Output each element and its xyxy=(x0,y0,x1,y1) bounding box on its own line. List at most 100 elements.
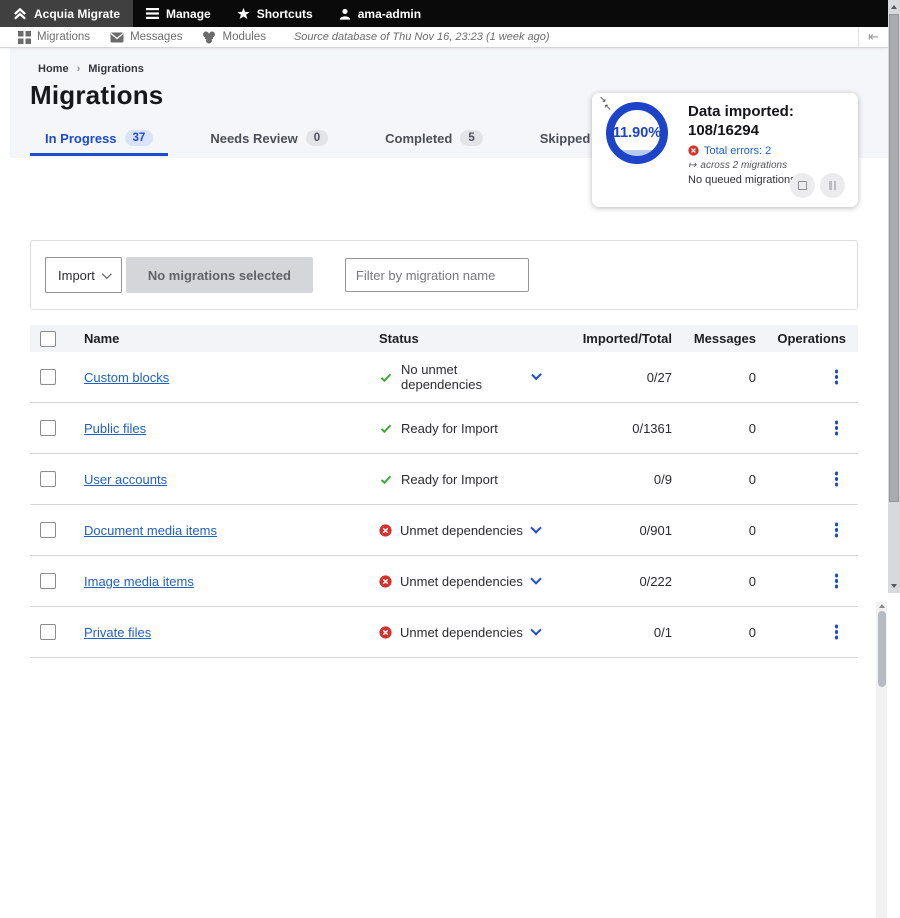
modules-icon xyxy=(202,31,216,44)
across-migrations-note: ↦ across 2 migrations xyxy=(688,160,850,171)
page-scrollbar-thumb[interactable] xyxy=(889,14,899,502)
operations-menu-icon[interactable] xyxy=(835,426,839,430)
pause-icon xyxy=(829,181,836,190)
migration-link[interactable]: Public files xyxy=(84,421,146,436)
tab-needs-review[interactable]: Needs Review 0 xyxy=(195,122,343,156)
collapse-toolbar-button[interactable]: ⇤ xyxy=(858,27,888,47)
migrate-toolbar: Migrations Messages Modules Source datab… xyxy=(0,27,888,48)
breadcrumb-current: Migrations xyxy=(88,63,144,75)
table-scrollbar[interactable] xyxy=(876,602,887,918)
table-row: Public files Ready for Import 0/1361 0 xyxy=(30,403,858,454)
messages-cell: 0 xyxy=(672,523,756,538)
resize-nw-icon: ↖ xyxy=(604,103,612,112)
messages-label: Messages xyxy=(130,31,182,43)
pause-import-button[interactable] xyxy=(820,173,845,198)
row-checkbox[interactable] xyxy=(40,522,56,538)
star-icon xyxy=(237,7,250,20)
row-checkbox[interactable] xyxy=(40,624,56,640)
tab-count-badge: 37 xyxy=(125,130,154,146)
status-label: Ready for Import xyxy=(401,421,498,436)
data-imported-count: 108/16294 xyxy=(688,122,850,141)
manage-menu[interactable]: Manage xyxy=(133,0,224,27)
progress-details: Data imported: 108/16294 Total errors: 2… xyxy=(688,103,850,186)
status-label: Unmet dependencies xyxy=(400,523,523,538)
tab-completed[interactable]: Completed 5 xyxy=(370,122,498,156)
column-header-operations: Operations xyxy=(756,331,846,346)
source-database-note: Source database of Thu Nov 16, 23:23 (1 … xyxy=(294,31,550,43)
error-icon xyxy=(688,145,699,156)
column-header-messages: Messages xyxy=(672,331,756,346)
table-row: Private files Unmet dependencies 0/1 0 xyxy=(30,607,858,658)
operations-menu-icon[interactable] xyxy=(835,477,839,481)
collapse-card-control[interactable]: ↘ ↖ xyxy=(596,94,614,112)
stop-import-button[interactable] xyxy=(790,173,815,198)
imported-total-cell: 0/222 xyxy=(554,574,672,589)
operations-menu-icon[interactable] xyxy=(835,528,839,532)
user-label: ama-admin xyxy=(358,7,421,21)
migration-link[interactable]: User accounts xyxy=(84,472,167,487)
user-icon xyxy=(339,8,351,20)
scroll-up-icon[interactable] xyxy=(891,5,897,9)
success-check-icon xyxy=(379,422,393,435)
migration-link[interactable]: Custom blocks xyxy=(84,370,169,385)
migration-link[interactable]: Image media items xyxy=(84,574,194,589)
migration-filter-input[interactable] xyxy=(345,258,529,292)
scroll-up-icon[interactable] xyxy=(879,604,885,608)
tab-in-progress[interactable]: In Progress 37 xyxy=(30,122,168,156)
no-migrations-selected-button: No migrations selected xyxy=(126,257,313,293)
row-checkbox[interactable] xyxy=(40,420,56,436)
row-checkbox[interactable] xyxy=(40,369,56,385)
table-row: Custom blocks No unmet dependencies 0/27… xyxy=(30,352,858,403)
status-label: Unmet dependencies xyxy=(400,625,523,640)
shortcuts-menu[interactable]: Shortcuts xyxy=(224,0,326,27)
select-all-checkbox[interactable] xyxy=(40,331,56,347)
imported-total-cell: 0/1361 xyxy=(554,421,672,436)
row-checkbox[interactable] xyxy=(40,471,56,487)
collapse-left-icon: ⇤ xyxy=(868,29,879,45)
toolbar-item-modules[interactable]: Modules xyxy=(192,27,275,47)
table-scrollbar-thumb[interactable] xyxy=(878,611,886,687)
import-label: Import xyxy=(58,268,95,283)
user-menu[interactable]: ama-admin xyxy=(326,0,434,27)
operations-menu-icon[interactable] xyxy=(835,630,839,634)
success-check-icon xyxy=(379,473,393,486)
table-header-row: Name Status Imported/Total Messages Oper… xyxy=(30,325,858,352)
migrations-table: Name Status Imported/Total Messages Oper… xyxy=(30,325,858,658)
error-icon xyxy=(379,524,392,537)
scroll-down-icon[interactable] xyxy=(891,584,897,588)
expand-chevron-icon[interactable] xyxy=(530,573,541,584)
page-scrollbar[interactable] xyxy=(888,0,900,593)
tab-count-badge: 5 xyxy=(460,130,482,146)
tab-label: In Progress xyxy=(45,131,117,146)
breadcrumb-home-link[interactable]: Home xyxy=(38,63,69,75)
acquia-migrate-brand[interactable]: Acquia Migrate xyxy=(0,0,133,27)
table-row: Document media items Unmet dependencies … xyxy=(30,505,858,556)
migration-link[interactable]: Document media items xyxy=(84,523,217,538)
tab-label: Skipped xyxy=(540,131,591,146)
envelope-icon xyxy=(110,32,124,43)
tab-count-badge: 0 xyxy=(306,130,328,146)
hook-arrow-icon: ↦ xyxy=(688,160,696,171)
row-checkbox[interactable] xyxy=(40,573,56,589)
hamburger-icon xyxy=(146,8,159,19)
import-dropdown-button[interactable]: Import xyxy=(45,257,122,293)
total-errors-link[interactable]: Total errors: 2 xyxy=(688,145,850,157)
expand-chevron-icon[interactable] xyxy=(530,522,541,533)
toolbar-item-messages[interactable]: Messages xyxy=(100,27,192,47)
expand-chevron-icon[interactable] xyxy=(531,370,542,381)
acquia-logo-icon xyxy=(13,8,27,20)
imported-total-cell: 0/27 xyxy=(554,370,672,385)
import-progress-card: ↘ ↖ 11.90% Data imported: 108/16294 Tota… xyxy=(592,93,858,207)
toolbar-item-migrations[interactable]: Migrations xyxy=(8,27,100,47)
imported-total-cell: 0/9 xyxy=(554,472,672,487)
success-check-icon xyxy=(379,371,393,384)
expand-chevron-icon[interactable] xyxy=(530,624,541,635)
column-header-name: Name xyxy=(84,331,379,346)
messages-cell: 0 xyxy=(672,574,756,589)
across-label: across 2 migrations xyxy=(700,160,787,171)
bulk-actions-panel: Import No migrations selected xyxy=(30,240,858,310)
migration-link[interactable]: Private files xyxy=(84,625,151,640)
operations-menu-icon[interactable] xyxy=(835,375,839,379)
operations-menu-icon[interactable] xyxy=(835,579,839,583)
status-label: Unmet dependencies xyxy=(400,574,523,589)
